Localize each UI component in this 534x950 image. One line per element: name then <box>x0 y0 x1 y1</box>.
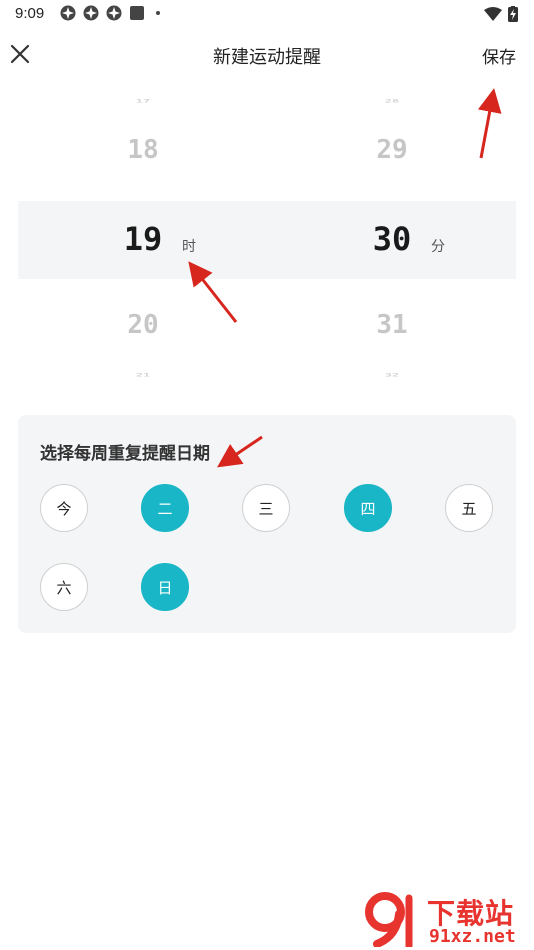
day-toggle-tuesday[interactable]: 二 <box>141 484 189 532</box>
time-picker: 17 18 19 20 21 时 28 29 30 31 32 分 <box>0 90 534 385</box>
notification-app-icon <box>83 5 99 21</box>
day-toggle-sunday[interactable]: 日 <box>141 563 189 611</box>
notification-square-icon <box>130 6 144 20</box>
notification-app-icon <box>106 5 122 21</box>
hour-option[interactable]: 18 <box>113 135 173 165</box>
site-watermark: 下载站 91xz.net <box>363 890 533 950</box>
watermark-logo-icon <box>365 892 413 947</box>
page-title: 新建运动提醒 <box>213 47 321 68</box>
day-toggle-saturday[interactable]: 六 <box>40 563 88 611</box>
day-toggle-wednesday[interactable]: 三 <box>242 484 290 532</box>
header-bar: 新建运动提醒 保存 <box>0 30 534 80</box>
status-bar: 9:09 <box>0 0 534 30</box>
minute-option[interactable]: 29 <box>362 135 422 165</box>
watermark-text-domain: 91xz.net <box>429 926 516 947</box>
minute-option[interactable]: 28 <box>362 99 422 104</box>
day-toggle-thursday[interactable]: 四 <box>344 484 392 532</box>
save-button[interactable]: 保存 <box>482 43 516 68</box>
status-time: 9:09 <box>15 5 45 22</box>
minute-unit-label: 分 <box>431 239 445 255</box>
minute-option[interactable]: 32 <box>362 373 422 378</box>
hour-option[interactable]: 20 <box>113 310 173 340</box>
day-toggle-today[interactable]: 今 <box>40 484 88 532</box>
weekly-repeat-title: 选择每周重复提醒日期 <box>40 444 210 464</box>
notification-app-icon <box>60 5 76 21</box>
wifi-icon <box>484 7 502 21</box>
hour-unit-label: 时 <box>182 239 196 255</box>
hour-selected[interactable]: 19 <box>113 220 173 258</box>
battery-charging-icon <box>508 6 518 22</box>
minute-selected[interactable]: 30 <box>362 220 422 258</box>
hour-option[interactable]: 21 <box>113 373 173 378</box>
more-notifications-dot-icon <box>156 11 160 15</box>
weekly-repeat-card: 选择每周重复提醒日期 今 二 三 四 五 六 日 <box>18 415 516 633</box>
status-notification-icons <box>60 5 160 21</box>
hour-option[interactable]: 17 <box>113 99 173 104</box>
day-toggle-friday[interactable]: 五 <box>445 484 493 532</box>
status-system-icons <box>484 6 518 22</box>
minute-option[interactable]: 31 <box>362 310 422 340</box>
